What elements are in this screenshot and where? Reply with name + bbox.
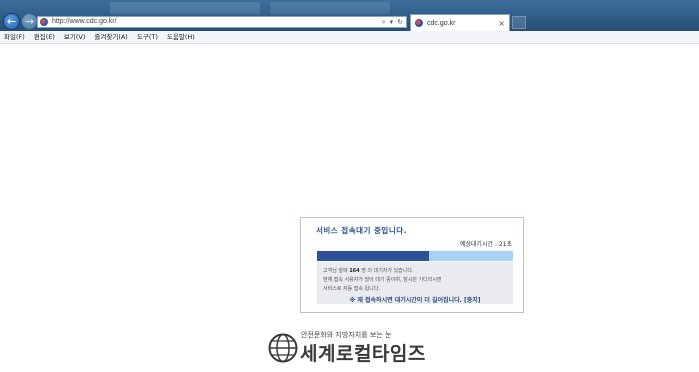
queue-count: 164 (349, 268, 360, 274)
estimated-wait-time: 예상대기시간 : 21초 (459, 241, 512, 248)
menu-edit[interactable]: 편집(E) (34, 31, 55, 44)
dropdown-icon[interactable]: ▾ (390, 18, 394, 26)
back-arrow-icon: ← (6, 15, 17, 28)
close-icon[interactable]: × (498, 19, 505, 28)
menu-tools[interactable]: 도구(T) (137, 31, 158, 44)
site-favicon-icon (40, 18, 48, 26)
back-button[interactable]: ← (3, 13, 20, 30)
menu-view[interactable]: 보기(V) (64, 31, 85, 44)
search-icon[interactable]: ⌕ (382, 18, 386, 27)
menu-favorites[interactable]: 즐겨찾기(A) (94, 31, 127, 44)
menu-help[interactable]: 도움말(H) (167, 31, 195, 44)
notice-text-line: 서비스로 자동 접속 됩니다. (323, 286, 380, 292)
address-bar[interactable]: http://www.cdc.go.kr/ ⌕ ▾ ↻ (37, 16, 407, 28)
refresh-icon[interactable]: ↻ (397, 18, 403, 26)
forward-arrow-icon: → (24, 15, 35, 28)
notice-box: 고객님 앞에 164 명 의 대기자가 있습니다. 현재 접속 사용자가 많아 … (317, 262, 513, 304)
stop-link[interactable]: ※ 재 접속하시면 대기시간이 더 길어집니다. [중지] (317, 295, 513, 304)
wait-popup-body: 서비스 접속대기 중입니다. 예상대기시간 : 21초 고객님 앞에 164 명… (306, 222, 518, 308)
globe-emblem-icon (268, 333, 298, 363)
site-favicon-icon (415, 19, 423, 27)
address-url[interactable]: http://www.cdc.go.kr/ (52, 17, 117, 27)
browser-chrome: ← → http://www.cdc.go.kr/ ⌕ ▾ ↻ cdc.go.k… (0, 0, 699, 31)
queue-position-text: 고객님 앞에 164 명 의 대기자가 있습니다. (323, 268, 414, 274)
notice-text-line: 현재 접속 사용자가 많아 대기 중이며, 잠시만 기다리시면 (323, 277, 442, 283)
background-window-ghost (110, 2, 260, 14)
tab-title: cdc.go.kr (427, 19, 456, 27)
menu-bar: 파일(F) 편집(E) 보기(V) 즐겨찾기(A) 도구(T) 도움말(H) (0, 31, 699, 44)
popup-title: 서비스 접속대기 중입니다. (316, 226, 407, 235)
progress-bar-fill (317, 251, 429, 261)
new-tab-button[interactable] (512, 16, 526, 29)
menu-file[interactable]: 파일(F) (4, 31, 25, 44)
background-window-ghost (270, 2, 390, 14)
progress-bar (317, 251, 513, 261)
tab-cdc[interactable]: cdc.go.kr × (410, 14, 510, 31)
address-tools: ⌕ ▾ ↻ (382, 18, 403, 27)
wait-popup: 서비스 접속대기 중입니다. 예상대기시간 : 21초 고객님 앞에 164 명… (300, 217, 524, 313)
forward-button[interactable]: → (21, 13, 38, 30)
logo-name: 세계로컬타임즈 (300, 343, 426, 365)
site-logo: 안전문화와 지방자치를 보는 눈 세계로컬타임즈 (268, 330, 438, 370)
